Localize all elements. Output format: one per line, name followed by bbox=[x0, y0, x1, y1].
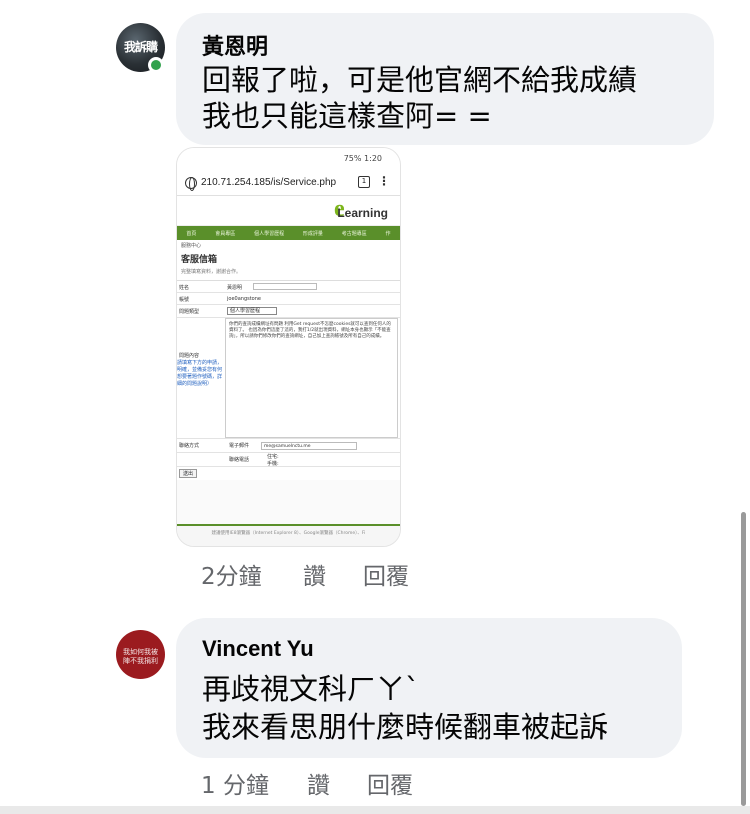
form-row: 聯絡電話 住宅: 手機: bbox=[177, 453, 400, 467]
more-menu-icon: ⋮ bbox=[378, 174, 390, 188]
comment-author[interactable]: 黃恩明 bbox=[202, 29, 268, 61]
breadcrumb: 服務中心 bbox=[177, 240, 400, 252]
nav-item: 會員專區 bbox=[215, 230, 236, 237]
nav-item: 考古題專區 bbox=[341, 230, 367, 237]
reply-button[interactable]: 回覆 bbox=[367, 766, 413, 800]
form-row: 姓名 黃恩明 bbox=[177, 281, 400, 293]
field-label: 住宅: bbox=[267, 454, 279, 460]
form-note: 完整填寫資料，謝謝合作。 bbox=[177, 268, 400, 280]
comment-timestamp[interactable]: 2分鐘 bbox=[201, 557, 262, 591]
field-label: 手機: bbox=[267, 461, 279, 467]
comment-bubble: Vincent Yu 再歧視文科ㄏㄚˋ 我來看思朋什麼時候翻車被起訴 bbox=[176, 618, 682, 758]
field-value: joe0angstone bbox=[227, 296, 261, 302]
field-label: 聯絡電話 bbox=[229, 457, 250, 463]
comment-text-line: 我也只能這樣查阿= = bbox=[202, 99, 492, 133]
nav-item: 作 bbox=[385, 230, 391, 237]
field-label: 問題類型 bbox=[179, 309, 200, 315]
nav-item: 首頁 bbox=[186, 230, 197, 237]
scrollbar[interactable] bbox=[741, 512, 746, 806]
nav-item: 個人學習歷程 bbox=[254, 230, 285, 237]
field-label: 問題內容 bbox=[179, 353, 200, 359]
like-button[interactable]: 讚 bbox=[307, 766, 330, 800]
avatar-text: 陣不我捐利 bbox=[123, 657, 158, 665]
form-row: 聯絡方式 電子郵件 me@samuelnctu.me bbox=[177, 439, 400, 453]
form-row: 問題內容 請填寫下方的申請，明確，並備妥您有何想要著題作號碼，詳細的問題說明） … bbox=[177, 318, 400, 439]
page-title: 客服信箱 bbox=[177, 252, 400, 268]
attached-image[interactable]: 75% 1:20 210.71.254.185/is/Service.php 1… bbox=[176, 147, 401, 547]
field-label: 聯絡方式 bbox=[179, 443, 200, 449]
site-footer: 建議使用IE8瀏覽器（Internet Explorer 8）、Google瀏覽… bbox=[177, 524, 400, 546]
type-select: 個人學習歷程 bbox=[227, 307, 277, 315]
logo-text: Learning bbox=[337, 206, 388, 220]
online-status-icon bbox=[148, 57, 164, 73]
reply-button[interactable]: 回覆 bbox=[363, 557, 409, 591]
globe-icon bbox=[185, 176, 197, 191]
comment-bubble: 黃恩明 回報了啦，可是他官網不給我成績 我也只能這樣查阿= = bbox=[176, 13, 714, 145]
bottom-divider bbox=[0, 806, 750, 814]
phone-status-bar: 75% 1:20 bbox=[177, 148, 400, 170]
content-textarea: 你們的查詢成績網址有問題 利用Get request不怎麼cookies就可以查… bbox=[225, 318, 398, 438]
comment-timestamp[interactable]: 1 分鐘 bbox=[201, 766, 269, 800]
comment-text-line: 再歧視文科ㄏㄚˋ bbox=[202, 672, 420, 706]
form-row: 帳號 joe0angstone bbox=[177, 293, 400, 305]
avatar-text: 我訴購 bbox=[123, 40, 158, 54]
comment-text-line: 回報了啦，可是他官網不給我成績 bbox=[202, 63, 638, 97]
field-hint: 請填寫下方的申請，明確，並備妥您有何想要著題作號碼，詳細的問題說明） bbox=[177, 360, 223, 387]
tabs-icon: 1 bbox=[358, 176, 370, 188]
avatar[interactable]: 我如何我被 陣不我捐利 bbox=[116, 630, 165, 679]
url-text: 210.71.254.185/is/Service.php bbox=[201, 177, 337, 188]
like-button[interactable]: 讚 bbox=[303, 557, 326, 591]
contact-form: 姓名 黃恩明 帳號 joe0angstone 問題類型 個人學習歷程 問題內容 … bbox=[177, 280, 400, 480]
comment-author[interactable]: Vincent Yu bbox=[202, 636, 314, 662]
field-label: 電子郵件 bbox=[229, 443, 250, 449]
field-value: 黃恩明 bbox=[227, 285, 243, 291]
site-nav: 首頁 會員專區 個人學習歷程 形成評量 考古題專區 作 bbox=[177, 226, 400, 240]
name-field bbox=[253, 283, 317, 290]
form-row: 問題類型 個人學習歷程 bbox=[177, 305, 400, 318]
field-label: 姓名 bbox=[179, 285, 190, 291]
site-banner: e Learning bbox=[177, 196, 400, 226]
comment-text-line: 我來看思朋什麼時候翻車被起訴 bbox=[202, 710, 609, 744]
email-field: me@samuelnctu.me bbox=[261, 442, 357, 450]
field-label: 帳號 bbox=[179, 297, 190, 303]
nav-item: 形成評量 bbox=[302, 230, 323, 237]
submit-button: 送出 bbox=[179, 469, 197, 478]
